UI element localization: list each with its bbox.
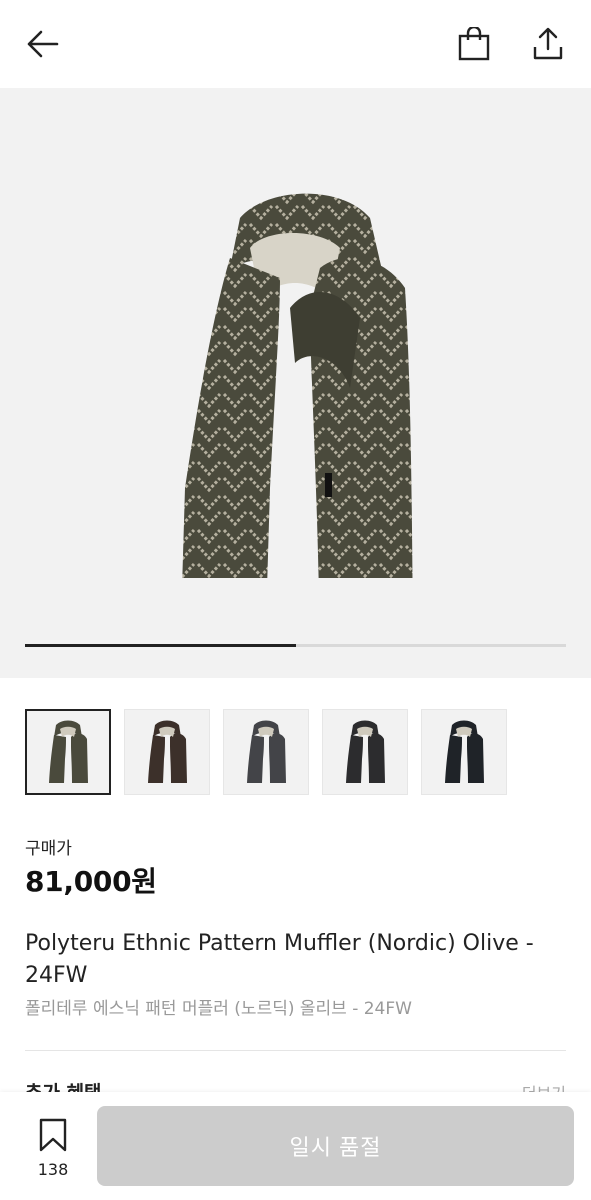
carousel-progress-fill (25, 644, 296, 647)
thumbnail-scarf-image (49, 720, 88, 783)
price-label: 구매가 (25, 839, 72, 859)
product-title-korean: 폴리테루 에스닉 패턴 머플러 (노르딕) 올리브 - 24FW (25, 999, 412, 1019)
sold-out-button[interactable]: 일시 품절 (97, 1106, 574, 1186)
share-button[interactable] (526, 22, 570, 66)
thumbnail-scarf-image (247, 720, 286, 783)
sold-out-label: 일시 품절 (289, 1135, 382, 1160)
price-value: 81,000원 (25, 865, 157, 898)
back-button[interactable] (20, 22, 64, 66)
product-image-carousel[interactable] (0, 88, 591, 678)
top-bar (0, 0, 591, 88)
thumbnail-brown[interactable] (124, 709, 210, 795)
wishlist-button[interactable]: 138 (28, 1118, 78, 1179)
thumbnail-charcoal[interactable] (322, 709, 408, 795)
share-icon (533, 27, 563, 60)
carousel-progress-bar (25, 644, 566, 647)
thumbnail-navy[interactable] (421, 709, 507, 795)
thumbnail-scarf-image (445, 720, 484, 783)
thumbnail-strip (25, 709, 566, 797)
thumbnail-grey[interactable] (223, 709, 309, 795)
thumbnail-scarf-image (346, 720, 385, 783)
arrow-left-icon (27, 30, 59, 58)
thumbnail-scarf-image (148, 720, 187, 783)
scarf-product-image (182, 193, 413, 578)
thumbnail-olive[interactable] (25, 709, 111, 795)
product-title-english: Polyteru Ethnic Pattern Muffler (Nordic)… (25, 931, 534, 988)
shopping-bag-button[interactable] (452, 22, 496, 66)
wishlist-count: 138 (37, 1160, 69, 1179)
bottom-action-bar: 138 일시 품절 (0, 1092, 591, 1200)
bookmark-icon (39, 1118, 67, 1152)
shopping-bag-icon (458, 27, 490, 61)
section-divider (25, 1050, 566, 1051)
